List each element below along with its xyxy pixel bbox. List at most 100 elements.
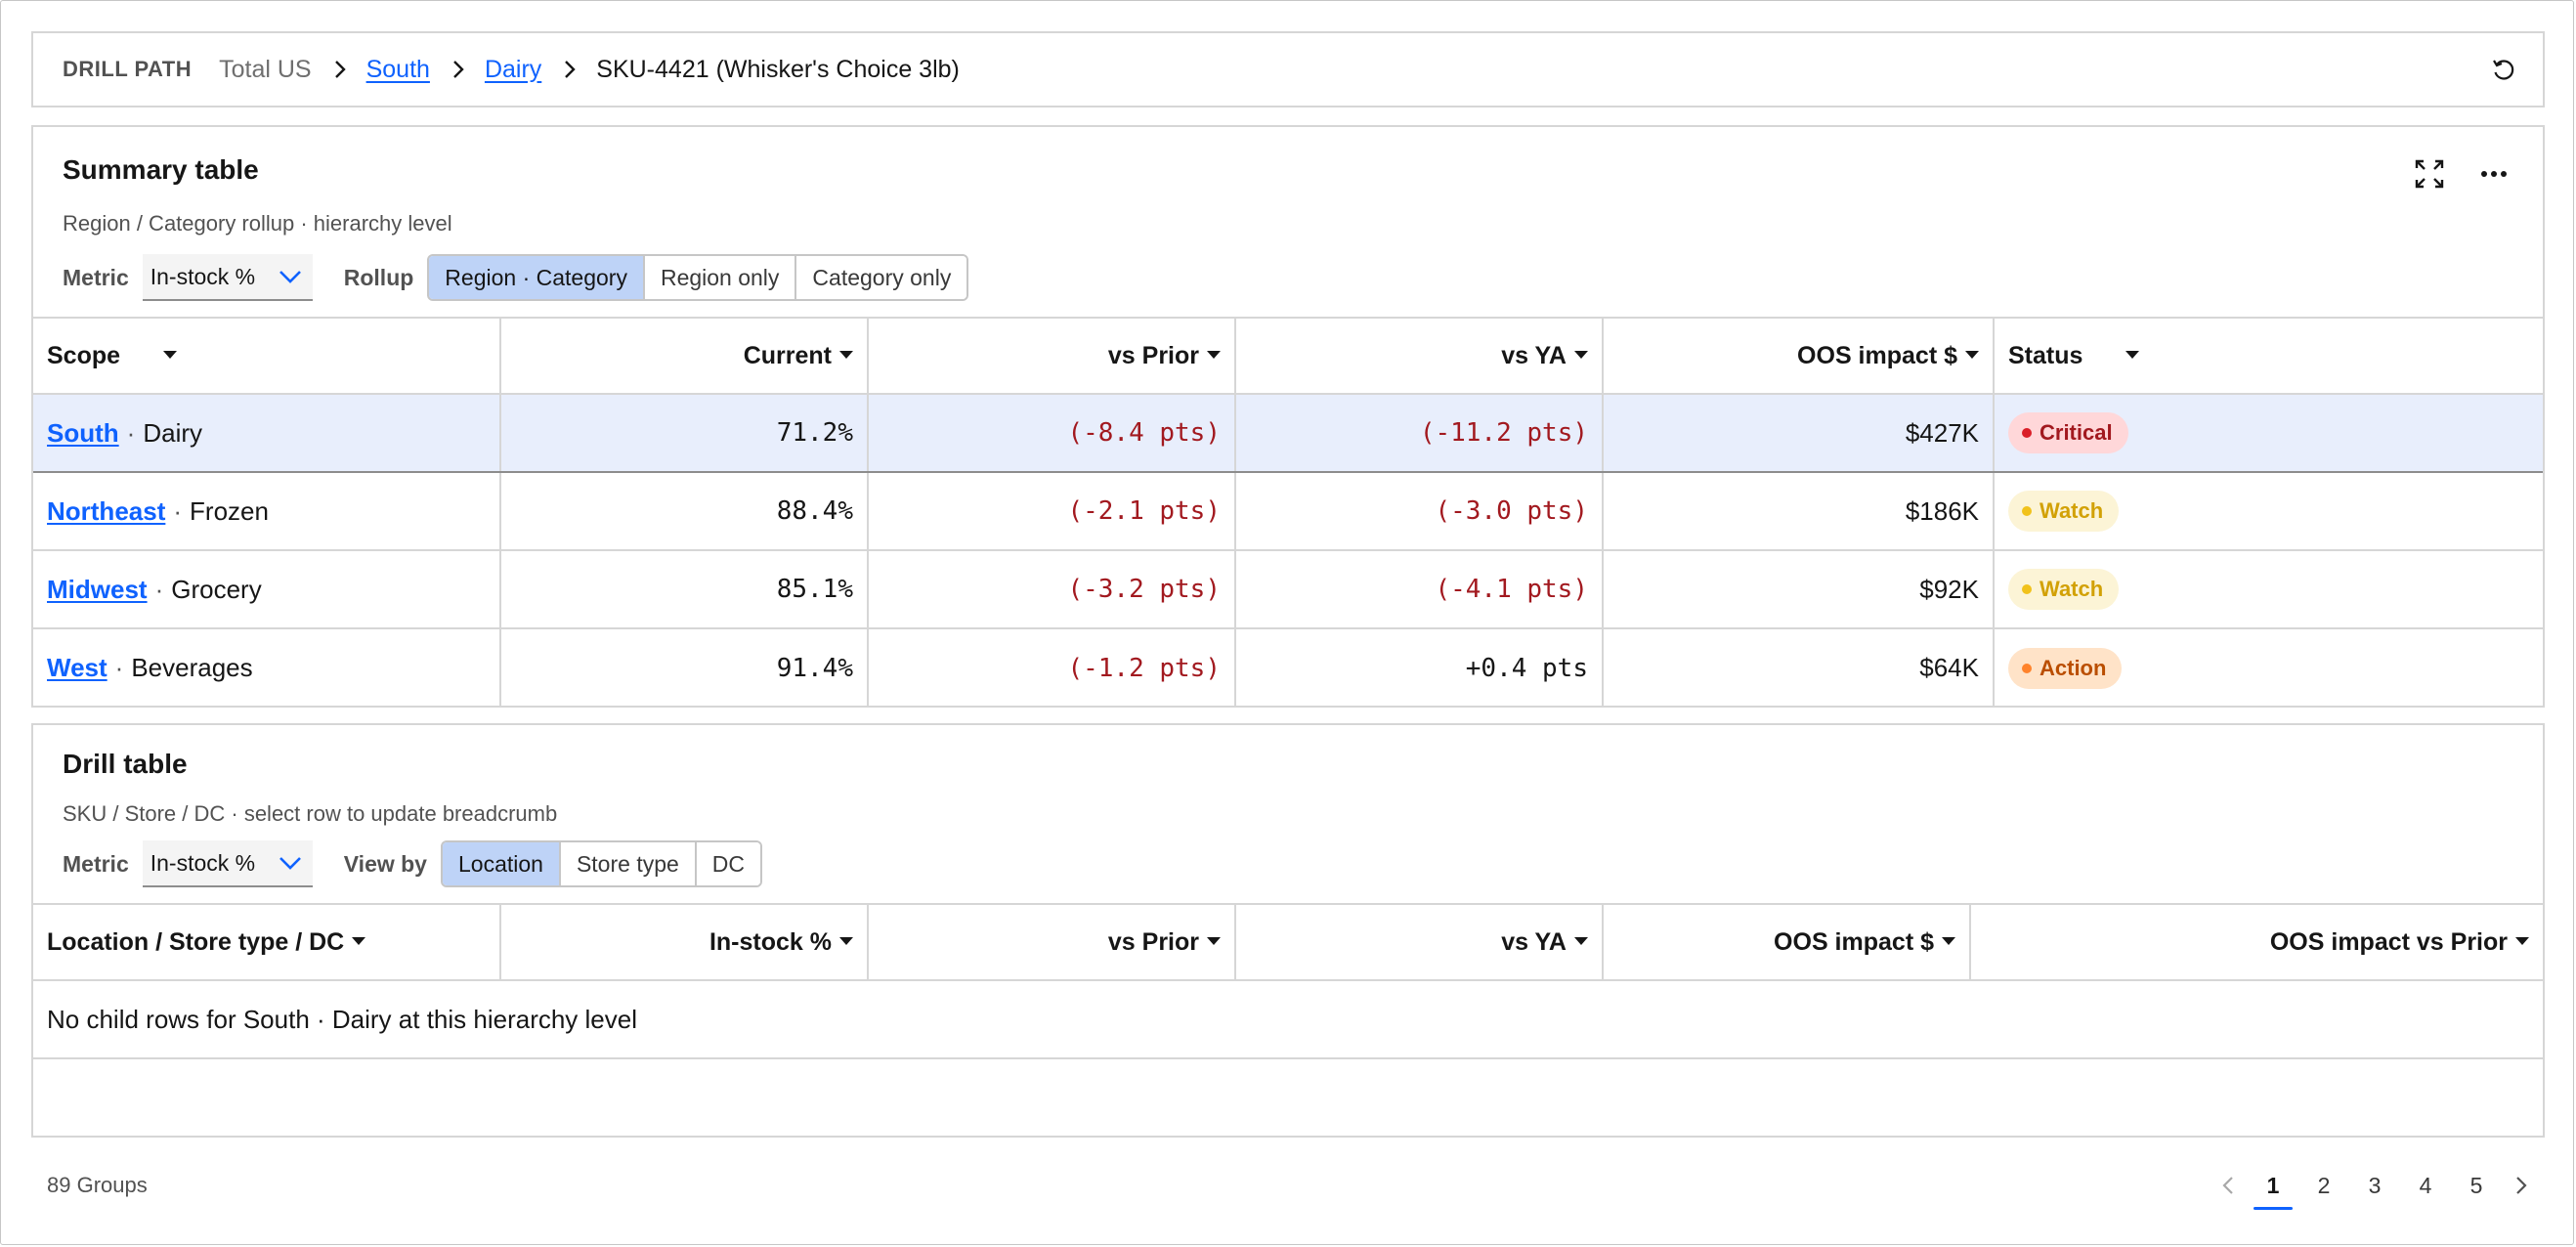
col-header-label: Scope	[47, 341, 121, 369]
col-header-vs-prior[interactable]: vs Prior	[868, 903, 1236, 981]
status-badge: Watch	[2008, 491, 2120, 532]
page-3-button[interactable]: 3	[2349, 1165, 2400, 1206]
region-link[interactable]: Midwest	[47, 575, 148, 604]
col-header-label: Status	[2008, 341, 2083, 369]
summary-subtitle: Region / Category rollup · hierarchy lev…	[63, 211, 452, 236]
vs-ya-cell: (-4.1 pts)	[1235, 550, 1604, 629]
col-header-vs-prior[interactable]: vs Prior	[868, 317, 1236, 395]
col-header-in-stock[interactable]: In-stock %	[500, 903, 869, 981]
col-header-oos-impact[interactable]: OOS impact $	[1603, 317, 1995, 395]
oos-impact-cell: $427K	[1603, 393, 1995, 473]
region-link[interactable]: Northeast	[47, 496, 165, 526]
col-header-label: vs YA	[1501, 927, 1567, 956]
metric-label: Metric	[63, 264, 129, 290]
chevron-down-icon	[279, 857, 301, 870]
scope-cell: West · Beverages	[33, 628, 501, 707]
chevron-right-icon	[453, 61, 464, 78]
scope-cell: Midwest · Grocery	[33, 550, 501, 629]
rollup-option-region-category[interactable]: Region · Category	[429, 256, 645, 299]
status-cell: Watch	[1994, 472, 2543, 551]
vs-prior-cell: (-1.2 pts)	[868, 628, 1236, 707]
status-text: Watch	[2039, 498, 2104, 523]
table-row[interactable]: South · Dairy 71.2% (-8.4 pts) (-11.2 pts)…	[33, 393, 2543, 473]
current-cell: 85.1%	[500, 550, 869, 629]
breadcrumb-dairy[interactable]: Dairy	[485, 56, 541, 84]
col-header-label: In-stock %	[708, 927, 832, 956]
col-header-label: OOS impact $	[1774, 927, 1934, 956]
category-text: Beverages	[131, 653, 253, 682]
table-row[interactable]: West · Beverages 91.4% (-1.2 pts) +0.4 pts…	[33, 628, 2543, 707]
vs-prior-cell: (-8.4 pts)	[868, 393, 1236, 473]
col-header-status[interactable]: Status	[1994, 317, 2543, 395]
viewby-option-dc[interactable]: DC	[696, 842, 761, 885]
status-badge: Action	[2008, 647, 2123, 689]
page-4-button[interactable]: 4	[2400, 1165, 2451, 1206]
col-header-label: Current	[743, 341, 832, 369]
status-dot-icon	[2022, 428, 2032, 438]
next-page-button[interactable]	[2502, 1174, 2541, 1197]
summary-panel: Summary table Region / Category rollup ·…	[31, 125, 2545, 708]
col-header-scope[interactable]: Scope	[33, 317, 501, 395]
status-cell: Watch	[1994, 550, 2543, 629]
rollup-option-category-only[interactable]: Category only	[796, 256, 967, 299]
summary-title: Summary table	[63, 154, 259, 185]
status-text: Action	[2039, 655, 2107, 680]
current-cell: 91.4%	[500, 628, 869, 707]
col-header-location[interactable]: Location / Store type / DC	[33, 903, 501, 981]
sort-caret-icon	[1574, 936, 1588, 945]
col-header-vs-ya[interactable]: vs YA	[1235, 317, 1604, 395]
sort-caret-icon	[1207, 936, 1221, 945]
sort-caret-icon	[2515, 936, 2529, 945]
vs-prior-cell: (-2.1 pts)	[868, 472, 1236, 551]
chevron-right-icon	[565, 61, 576, 78]
col-header-oos-impact-vs-prior[interactable]: OOS impact vs Prior	[1970, 903, 2543, 981]
pagination: 1 2 3 4 5	[2209, 1165, 2541, 1210]
region-link[interactable]: South	[47, 418, 119, 448]
viewby-option-location[interactable]: Location	[442, 842, 561, 885]
oos-impact-cell: $64K	[1603, 628, 1995, 707]
status-badge: Critical	[2008, 412, 2128, 453]
sort-caret-icon	[1207, 350, 1221, 359]
sort-caret-icon	[1942, 936, 1955, 945]
sort-caret-icon	[163, 350, 178, 359]
metric-select-value: In-stock %	[150, 263, 256, 289]
status-cell: Action	[1994, 628, 2543, 707]
oos-impact-cell: $186K	[1603, 472, 1995, 551]
viewby-option-store-type[interactable]: Store type	[560, 842, 697, 885]
category-text: Grocery	[171, 574, 262, 604]
scope-cell: Northeast · Frozen	[33, 472, 501, 551]
separator: ·	[126, 417, 136, 448]
prev-page-button[interactable]	[2209, 1174, 2248, 1197]
table-row[interactable]: Northeast · Frozen 88.4% (-2.1 pts) (-3.0 …	[33, 472, 2543, 551]
vs-prior-cell: (-3.2 pts)	[868, 550, 1236, 629]
rollup-option-region-only[interactable]: Region only	[644, 256, 797, 299]
separator: ·	[114, 653, 124, 682]
rollup-switcher: Region · Category Region only Category o…	[427, 254, 969, 301]
overflow-menu-icon[interactable]	[2478, 158, 2510, 190]
status-dot-icon	[2022, 506, 2032, 516]
page-1-button[interactable]: 1	[2248, 1165, 2298, 1210]
metric-select[interactable]: In-stock %	[142, 254, 313, 301]
empty-message: No child rows for South · Dairy at this …	[33, 980, 2543, 1059]
col-header-label: vs YA	[1501, 341, 1567, 369]
summary-table: Scope Current vs Prior vs YA OOS impact …	[33, 317, 2543, 707]
reset-icon[interactable]	[2488, 55, 2519, 86]
col-header-vs-ya[interactable]: vs YA	[1235, 903, 1604, 981]
expand-icon[interactable]	[2414, 158, 2445, 190]
col-header-oos-impact[interactable]: OOS impact $	[1603, 903, 1971, 981]
col-header-current[interactable]: Current	[500, 317, 869, 395]
page-2-button[interactable]: 2	[2298, 1165, 2349, 1206]
breadcrumb-south[interactable]: South	[366, 56, 430, 84]
col-header-label: Location / Store type / DC	[47, 927, 345, 956]
summary-header-row: Scope Current vs Prior vs YA OOS impact …	[33, 317, 2543, 395]
page-5-button[interactable]: 5	[2451, 1165, 2502, 1206]
breadcrumb-total-us[interactable]: Total US	[219, 56, 311, 84]
drill-controls: Metric In-stock % View by Location Store…	[63, 840, 763, 887]
separator: ·	[173, 495, 183, 526]
sort-caret-icon	[2125, 350, 2140, 359]
drill-metric-select[interactable]: In-stock %	[142, 840, 313, 887]
table-row[interactable]: Midwest · Grocery 85.1% (-3.2 pts) (-4.1 p…	[33, 550, 2543, 629]
col-header-label: vs Prior	[1107, 927, 1199, 956]
region-link[interactable]: West	[47, 653, 107, 682]
group-count: 89 Groups	[47, 1173, 148, 1197]
